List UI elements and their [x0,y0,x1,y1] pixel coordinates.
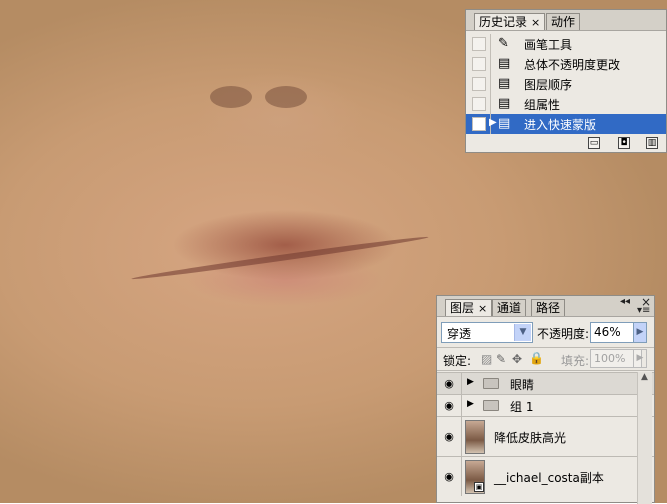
folder-icon [483,378,499,389]
history-state-pointer-icon: ▶ [489,117,497,128]
lock-image-icon[interactable]: ✎ [496,352,506,366]
visibility-eye-icon[interactable]: ◉ [439,430,459,443]
fill-label: 填充: [561,354,590,368]
tab-channels[interactable]: 通道 [492,299,527,316]
tab-history[interactable]: 历史记录 × [474,13,546,30]
opacity-slider-button[interactable]: ▶ [633,322,647,343]
document-icon: ▤ [498,76,511,91]
history-item[interactable]: ▤ 总体不透明度更改 [466,54,666,74]
document-icon: ▤ [498,96,511,111]
layer-row[interactable]: ◉ ▣ __ichael_costa副本 [437,456,654,496]
history-panel-tabbar: 历史记录 × 动作 [466,10,666,31]
smart-object-icon: ▣ [474,482,484,492]
snapshot-source-checkbox[interactable] [472,57,486,71]
layers-panel: 图层 × 通道 路径 ◂◂ × ▾≡ 穿透 ▼ 不透明度: 46% ▶ 锁定: ▨… [436,295,655,504]
brush-icon: ✎ [498,36,509,51]
blend-mode-select[interactable]: 穿透 ▼ [441,322,533,343]
trash-icon[interactable]: ▥ [646,137,658,149]
layer-row-group[interactable]: ◉ ▶ 眼睛 [437,372,654,394]
history-item-selected[interactable]: ▶ ▤ 进入快速蒙版 [466,114,666,134]
history-panel: 历史记录 × 动作 ✎ 画笔工具 ▤ 总体不透明度更改 ▤ 图层顺序 ▤ 组属性 … [465,9,667,153]
expand-arrow-icon[interactable]: ▶ [467,399,474,409]
chevron-down-icon: ▼ [514,324,531,341]
snapshot-source-checkbox[interactable] [472,37,486,51]
document-icon: ▤ [498,56,511,71]
nostril-shadow [210,86,252,108]
visibility-eye-icon[interactable]: ◉ [439,377,459,390]
folder-icon [483,400,499,411]
snapshot-source-checkbox[interactable] [472,77,486,91]
history-item[interactable]: ✎ 画笔工具 [466,34,666,54]
snapshot-source-checkbox[interactable] [472,117,486,131]
layer-row-group[interactable]: ◉ ▶ 组 1 [437,394,654,416]
history-item[interactable]: ▤ 组属性 [466,94,666,114]
document-icon: ▤ [498,116,511,131]
new-snapshot-icon[interactable]: ◘ [618,137,630,149]
tab-paths[interactable]: 路径 [531,299,566,316]
expand-arrow-icon[interactable]: ▶ [467,377,474,387]
scroll-up-icon[interactable]: ▲ [641,372,648,382]
layers-scrollbar[interactable]: ▲ [637,372,652,504]
panel-menu-icon[interactable]: ▾≡ [637,305,650,316]
layer-row[interactable]: ◉ 降低皮肤高光 [437,416,654,456]
tab-actions[interactable]: 动作 [546,13,581,30]
lock-position-icon[interactable]: ✥ [512,352,522,366]
close-tab-icon[interactable]: × [478,302,487,315]
lock-transparent-icon[interactable]: ▨ [481,352,492,366]
close-tab-icon[interactable]: × [531,16,540,29]
history-panel-footer: ▭ ◘ ▥ [466,134,666,154]
collapse-icon[interactable]: ◂◂ [620,296,630,307]
layers-panel-tabbar: 图层 × 通道 路径 ◂◂ × ▾≡ [437,295,654,317]
tab-layers[interactable]: 图层 × [445,299,493,316]
visibility-eye-icon[interactable]: ◉ [439,399,459,412]
layer-thumbnail [465,420,485,454]
history-item[interactable]: ▤ 图层顺序 [466,74,666,94]
new-document-from-state-icon[interactable]: ▭ [588,137,600,149]
fill-slider-button[interactable]: ▶ [633,349,647,368]
lock-all-icon[interactable]: 🔒 [529,351,544,365]
snapshot-source-checkbox[interactable] [472,97,486,111]
lip-line [131,234,429,282]
nostril-shadow [265,86,307,108]
visibility-eye-icon[interactable]: ◉ [439,470,459,483]
lock-label: 锁定: [443,354,472,368]
opacity-label: 不透明度: [537,327,590,341]
